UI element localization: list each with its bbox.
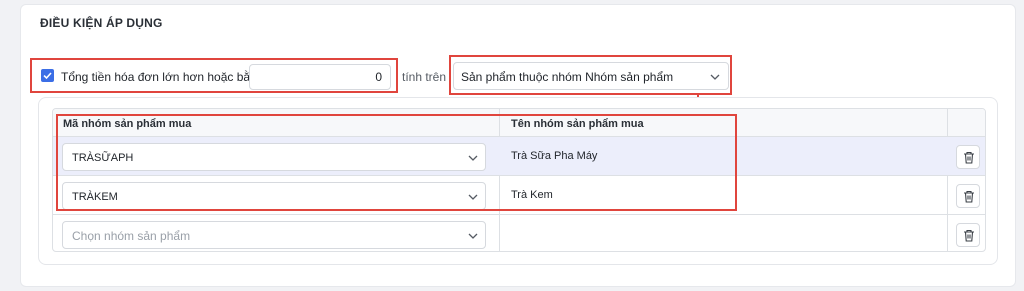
trash-icon [964, 190, 974, 203]
check-icon [43, 72, 52, 80]
group-select-placeholder: Chọn nhóm sản phẩm [72, 229, 191, 243]
section-title: ĐIỀU KIỆN ÁP DỤNG [40, 16, 163, 30]
chevron-down-icon [710, 74, 720, 80]
delete-row-button[interactable] [956, 223, 980, 247]
scope-select-value: Sản phẩm thuộc nhóm Nhóm sản phẩm [461, 70, 674, 84]
chevron-down-icon [468, 233, 478, 239]
delete-row-button[interactable] [956, 184, 980, 208]
condition-checkbox[interactable] [41, 69, 54, 82]
annotation-highlight-table [56, 114, 737, 211]
trash-icon [964, 229, 974, 242]
min-total-input[interactable] [249, 64, 391, 90]
group-code-select-empty[interactable]: Chọn nhóm sản phẩm [62, 221, 486, 249]
connector-text: tính trên [402, 70, 447, 84]
trash-icon [964, 151, 974, 164]
scope-select[interactable]: Sản phẩm thuộc nhóm Nhóm sản phẩm [453, 62, 729, 90]
condition-label: Tổng tiền hóa đơn lớn hơn hoặc bằng [61, 70, 264, 84]
table-row-new: Chọn nhóm sản phẩm [53, 215, 985, 251]
delete-row-button[interactable] [956, 145, 980, 169]
